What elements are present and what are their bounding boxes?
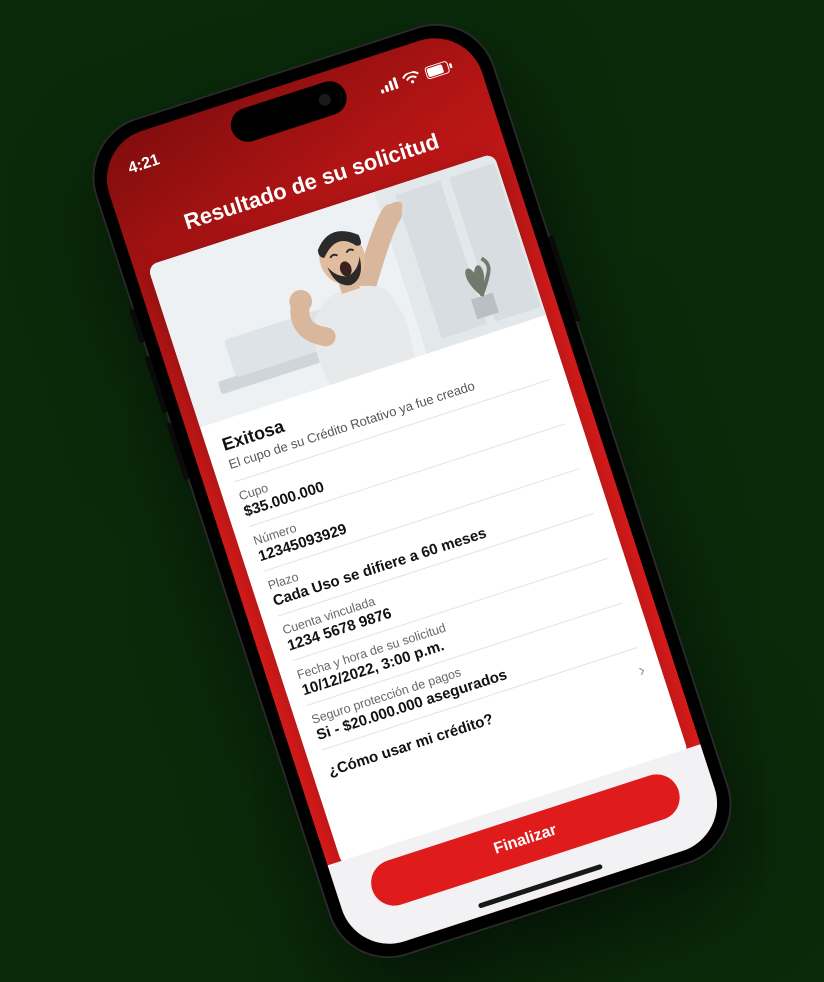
- phone-screen: 4:21 Resultado de su solicitud: [94, 25, 730, 956]
- phone-frame: 4:21 Resultado de su solicitud: [76, 8, 747, 975]
- battery-icon: [424, 59, 455, 80]
- status-time: 4:21: [126, 151, 162, 178]
- cellular-signal-icon: [378, 77, 399, 94]
- chevron-right-icon: ›: [636, 659, 648, 681]
- result-card: Exitosa El cupo de su Crédito Rotativo y…: [147, 153, 688, 867]
- phone-silent-switch: [129, 308, 145, 344]
- wifi-icon: [401, 70, 422, 87]
